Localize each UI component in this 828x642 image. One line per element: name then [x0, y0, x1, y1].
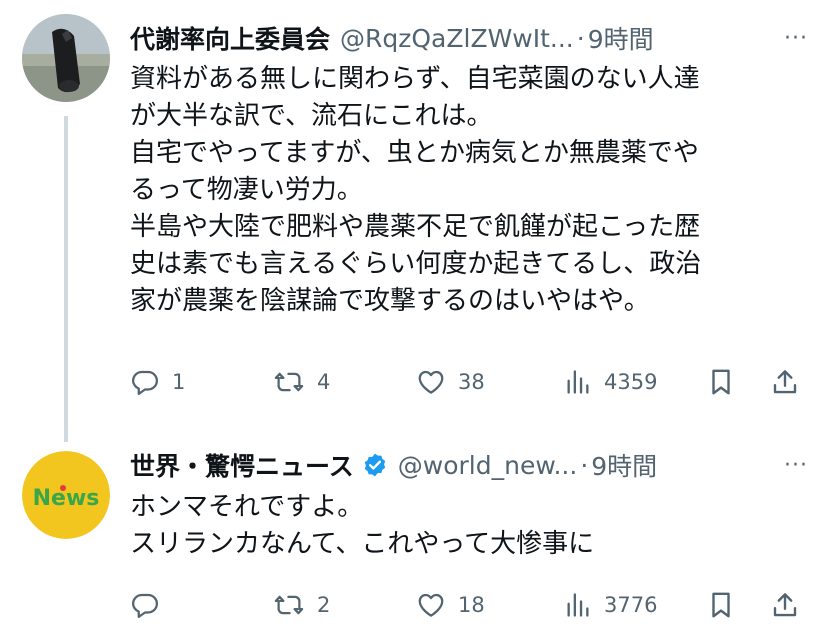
- bookmark-icon: [706, 590, 736, 620]
- user-avatar[interactable]: [22, 14, 110, 102]
- like-button[interactable]: 18: [416, 585, 485, 625]
- tweet-text-line: が大半な訳で、流石にこれは。: [130, 101, 493, 131]
- user-handle[interactable]: @RqzQaZlZWwIt...: [340, 24, 574, 53]
- bookmark-button[interactable]: [706, 585, 736, 625]
- bookmark-button[interactable]: [706, 362, 736, 402]
- reply-count: 1: [172, 370, 186, 394]
- news-logo-avatar: News: [22, 451, 110, 539]
- tweet-text-line: 家が農薬を陰謀論で攻撃するのはいやはや。: [130, 286, 650, 316]
- user-handle[interactable]: @world_new...: [398, 451, 578, 480]
- views-chart-icon: [564, 367, 592, 397]
- display-name[interactable]: 世界・驚愕ニュース: [130, 447, 354, 483]
- tweet-actions: 2 18 3776: [130, 585, 810, 625]
- more-options-icon[interactable]: ···: [784, 445, 808, 485]
- timestamp[interactable]: 9時間: [588, 20, 654, 56]
- heart-icon: [416, 367, 446, 397]
- reply-button[interactable]: 1: [130, 362, 185, 402]
- bookmark-icon: [706, 367, 736, 397]
- tweet-text-line: 自宅でやってますが、虫とか病気とか無農薬でや: [130, 138, 699, 168]
- views-button[interactable]: 4359: [564, 362, 657, 402]
- share-button[interactable]: [770, 362, 800, 402]
- timestamp[interactable]: 9時間: [591, 447, 657, 483]
- reply-button[interactable]: [130, 585, 172, 625]
- like-count: 18: [458, 593, 485, 617]
- view-count: 4359: [604, 370, 658, 394]
- reply-icon: [130, 367, 160, 397]
- display-name[interactable]: 代謝率向上委員会: [130, 20, 330, 56]
- avatar-logo-text: News: [33, 486, 100, 511]
- separator-dot: ·: [576, 23, 585, 53]
- repost-count: 4: [317, 370, 331, 394]
- tweet-text-line: 史は素でも言えるぐらい何度か起きてるし、政治: [130, 249, 702, 279]
- share-button[interactable]: [770, 585, 800, 625]
- repost-button[interactable]: 4: [273, 362, 330, 402]
- reply-icon: [130, 590, 160, 620]
- repost-count: 2: [317, 593, 331, 617]
- like-button[interactable]: 38: [416, 362, 485, 402]
- tweet-text: ホンマそれですよ。 スリランカなんて、これやって大惨事に: [130, 489, 810, 563]
- repost-icon: [273, 367, 305, 397]
- view-count: 3776: [604, 593, 658, 617]
- tweet-2[interactable]: News 世界・驚愕ニュース @world_new... · 9時間 ··· ホ…: [0, 445, 828, 642]
- separator-dot: ·: [580, 450, 589, 480]
- tweet-text: 資料がある無しに関わらず、自宅菜園のない人達 が大半な訳で、流石にこれは。 自宅…: [130, 61, 810, 320]
- heart-icon: [416, 590, 446, 620]
- tweet-header: 代謝率向上委員会 @RqzQaZlZWwIt... · 9時間 ···: [130, 18, 808, 58]
- share-icon: [770, 367, 800, 397]
- avatar-photo: [22, 14, 110, 102]
- more-options-icon[interactable]: ···: [784, 18, 808, 58]
- thread-connector: [64, 116, 68, 442]
- views-button[interactable]: 3776: [564, 585, 657, 625]
- repost-button[interactable]: 2: [273, 585, 330, 625]
- tweet-text-line: スリランカなんて、これやって大惨事に: [130, 529, 595, 559]
- tweet-text-line: ホンマそれですよ。: [130, 492, 364, 522]
- tweet-actions: 1 4 38 4359: [130, 362, 810, 402]
- views-chart-icon: [564, 590, 592, 620]
- user-avatar[interactable]: News: [22, 451, 110, 539]
- repost-icon: [273, 590, 305, 620]
- share-icon: [770, 590, 800, 620]
- tweet-text-line: 半島や大陸で肥料や農薬不足で飢饉が起こった歴: [130, 212, 701, 242]
- like-count: 38: [458, 370, 485, 394]
- tweet-text-line: るって物凄い労力。: [130, 175, 363, 205]
- tweet-text-line: 資料がある無しに関わらず、自宅菜園のない人達: [130, 64, 700, 94]
- tweet-1[interactable]: 代謝率向上委員会 @RqzQaZlZWwIt... · 9時間 ··· 資料があ…: [0, 0, 828, 445]
- verified-badge-icon[interactable]: [362, 452, 388, 478]
- tweet-header: 世界・驚愕ニュース @world_new... · 9時間 ···: [130, 445, 808, 485]
